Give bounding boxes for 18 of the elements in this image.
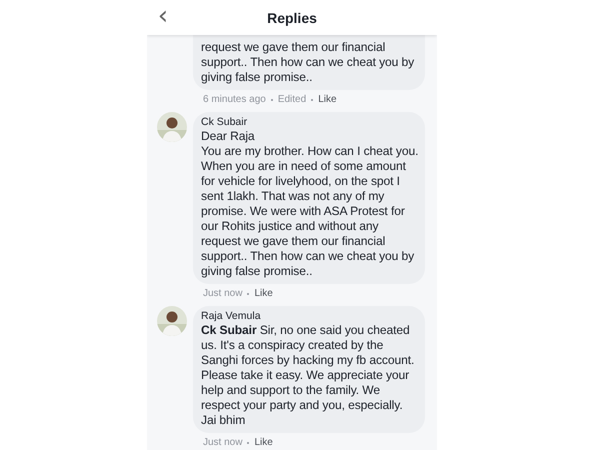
like-link[interactable]: Like (254, 436, 273, 449)
comment-text: Ck Subair Sir, no one said you cheated us. It's a conspiracy created by the Sanghi forces by hacking my fb account. Please take it easy. We appreciate your help and support to the family. We respect your party and you, especially. Jai bhim (201, 323, 416, 428)
back-button[interactable]: ‹ (156, 2, 170, 32)
comment-author: Ck Subair (201, 116, 248, 129)
comment-author: Raja Vemula (201, 310, 262, 323)
screen-title: Replies (266, 10, 318, 26)
comment-time: Just now (203, 287, 242, 300)
like-link[interactable]: Like (254, 287, 273, 300)
separator-dot (247, 292, 250, 294)
separator-dot (311, 98, 314, 100)
separator-dot (270, 98, 273, 100)
like-link[interactable]: Like (318, 93, 337, 106)
comment-time: 6 minutes ago (203, 93, 266, 106)
edited-label: Edited (278, 93, 306, 106)
comment-text: Dear Raja You are my brother. How can I cheat you. When you are in need of some amount for vehicle for livelyhood, on the spot I sent 1lakh. That was not any of my promise. We were with ASA Protest for our Rohits justice and without any request we gave them our financial support.. Then how can we cheat you by giving false promise.. (201, 129, 419, 279)
separator-dot (247, 442, 250, 444)
comment-text: request we gave them our financial support.. Then how can we cheat you by giving false promise.. (201, 40, 416, 85)
comment-time: Just now (203, 436, 242, 449)
